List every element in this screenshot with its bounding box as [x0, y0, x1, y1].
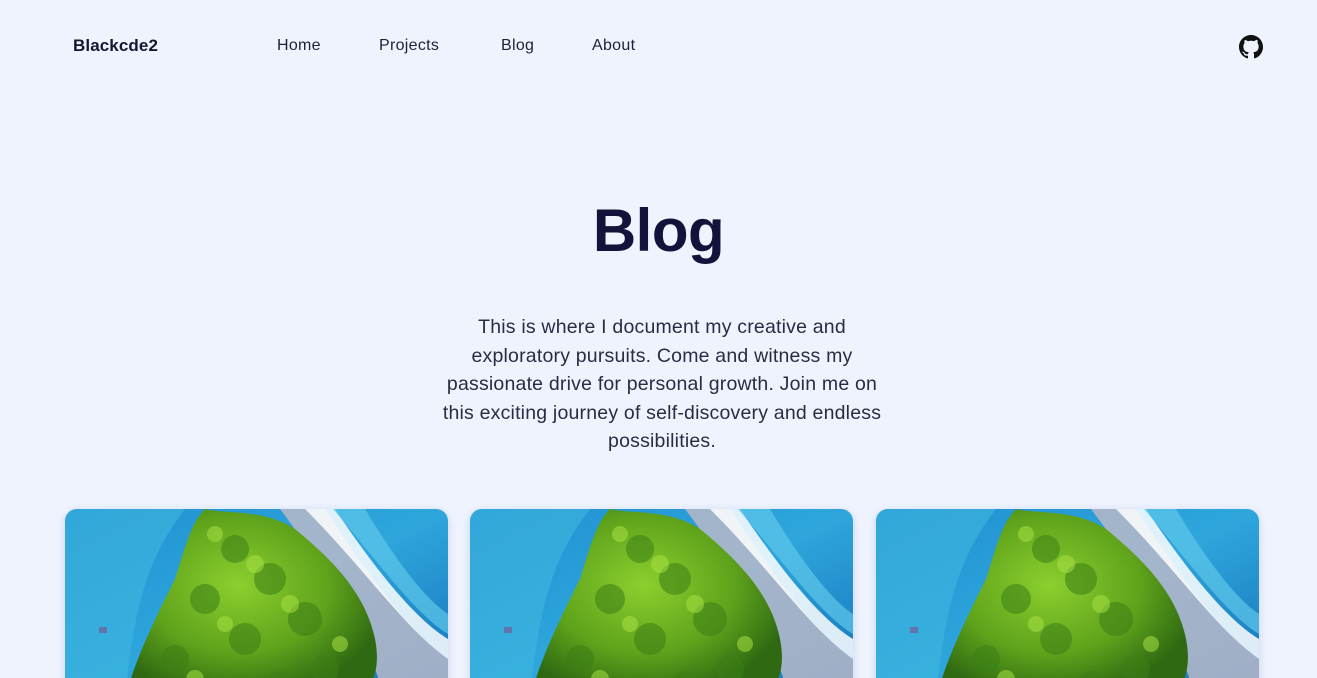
nav-link-about[interactable]: About	[592, 37, 652, 55]
top-navbar: Blackcde2 Home Projects Blog About	[0, 0, 1317, 94]
nav-links: Home Projects Blog About	[277, 37, 652, 55]
blog-card[interactable]	[65, 509, 448, 678]
nav-link-blog[interactable]: Blog	[501, 37, 592, 55]
page-title: Blog	[592, 197, 725, 264]
brand-logo-link[interactable]: Blackcde2	[73, 36, 158, 56]
blog-card[interactable]	[470, 509, 853, 678]
github-icon[interactable]	[1239, 35, 1263, 59]
nav-link-home[interactable]: Home	[277, 37, 379, 55]
page-description: This is where I document my creative and…	[442, 316, 882, 452]
page: Blackcde2 Home Projects Blog About Blog …	[0, 0, 1317, 678]
island-aerial-image	[876, 509, 1259, 678]
nav-link-projects[interactable]: Projects	[379, 37, 501, 55]
island-aerial-image	[470, 509, 853, 678]
blog-card[interactable]	[876, 509, 1259, 678]
island-aerial-image	[65, 509, 448, 678]
